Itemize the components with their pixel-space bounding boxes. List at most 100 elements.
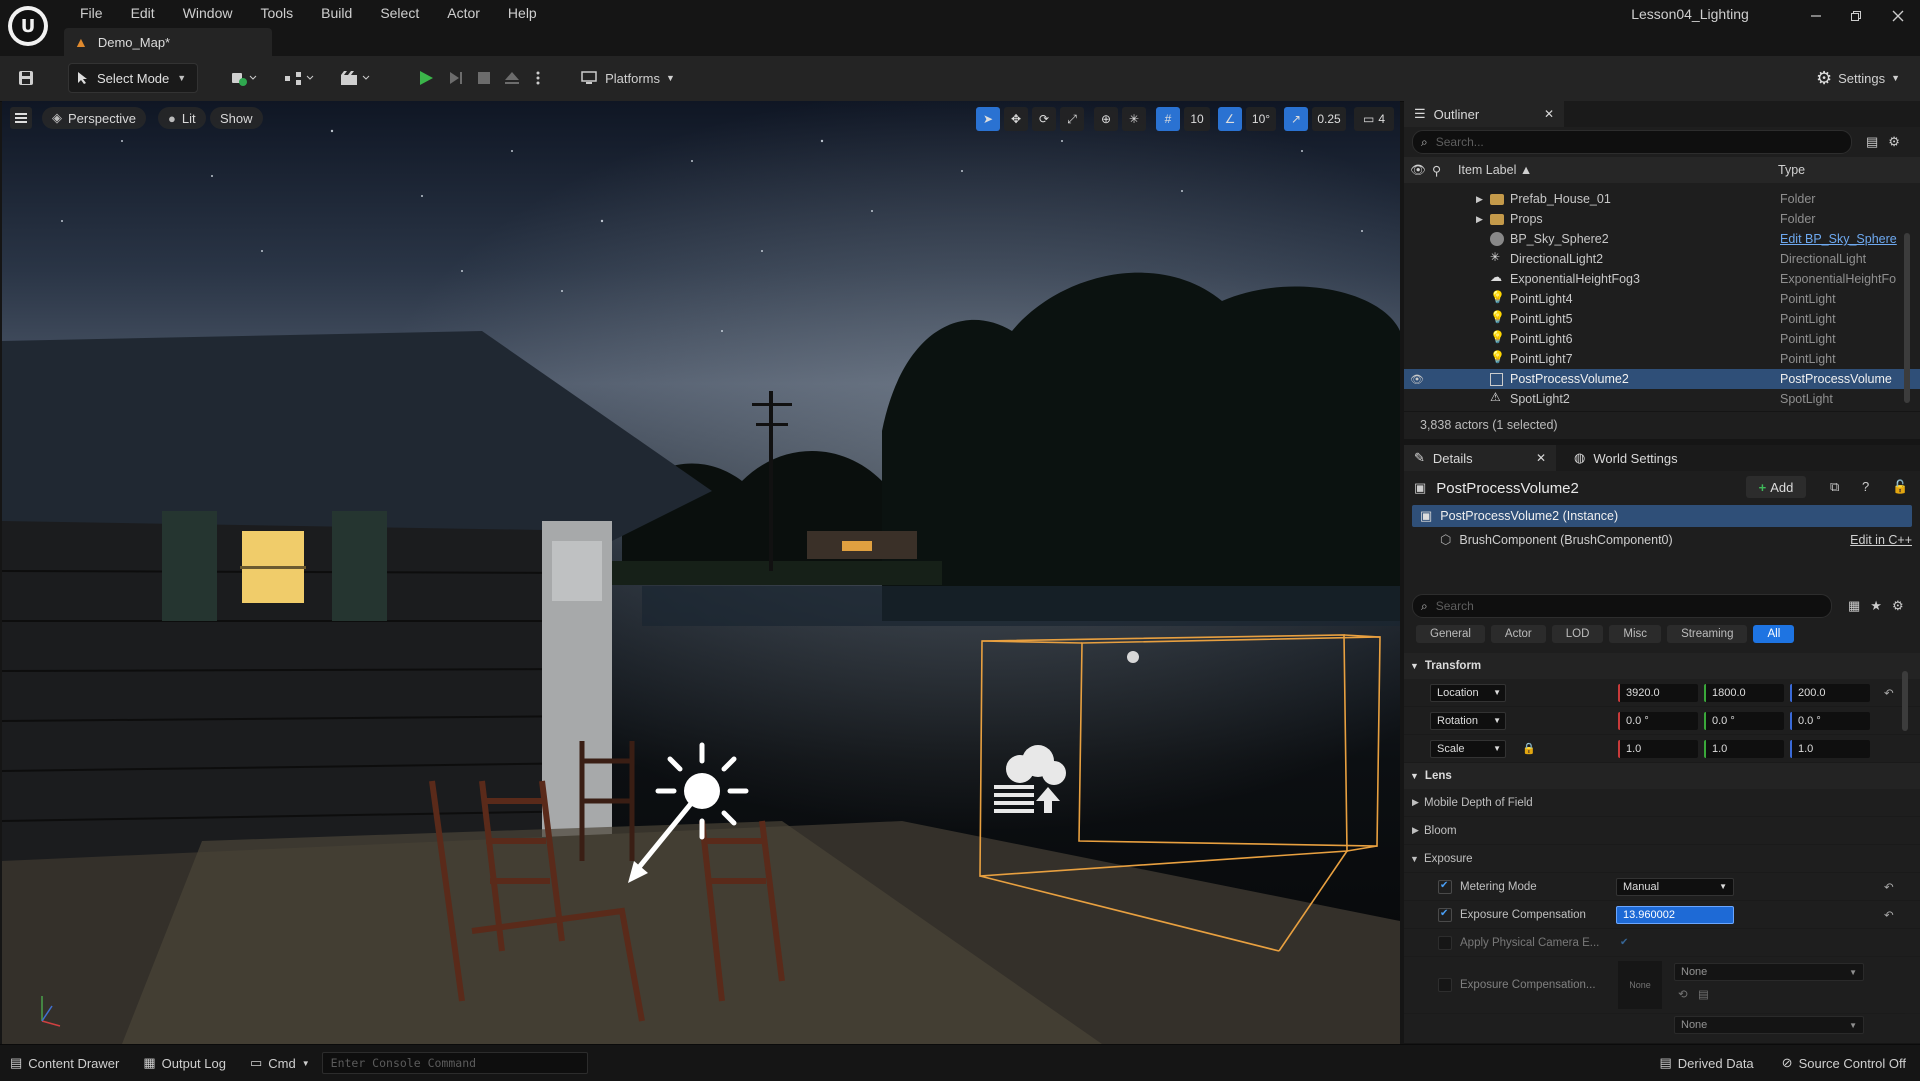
table-view-icon[interactable]: ▦ [1848,598,1860,614]
expand-arrow-icon[interactable]: ▶ [1476,214,1483,225]
scale-z-field[interactable]: 1.0 [1790,739,1870,758]
exposure-comp-field[interactable]: 13.960002 [1616,905,1734,924]
apply-physical-checkbox[interactable] [1438,935,1452,950]
bloom-row[interactable]: ▶ Bloom [1404,817,1920,845]
source-control-button[interactable]: ⊘ Source Control Off [1782,1055,1906,1071]
help-icon[interactable]: ? [1862,479,1869,494]
level-viewport[interactable]: ◈ Perspective ● Lit Show ➤ ✥ ⟳ ⤢ ⊕ ✳ # 1… [2,101,1400,1044]
metering-mode-dropdown[interactable]: Manual ▼ [1616,877,1734,896]
unreal-logo-icon[interactable]: U [8,6,48,46]
play-button[interactable] [414,63,438,93]
next-asset-dropdown[interactable]: None ▼ [1674,1016,1864,1034]
details-tab[interactable]: ✎ Details ✕ [1404,445,1556,471]
filter-general[interactable]: General [1416,625,1485,643]
use-selected-icon[interactable]: ⟲ [1678,987,1688,1001]
reset-arrow-icon[interactable]: ↶ [1884,908,1894,922]
outliner-row-post-process-volume[interactable]: 👁 PostProcessVolume2 PostProcessVolume [1404,369,1920,389]
advance-frame-button[interactable] [444,63,468,93]
outliner-tab[interactable]: ☰ Outliner ✕ [1404,101,1564,127]
transform-section-header[interactable]: ▼ Transform [1404,653,1920,679]
location-y-field[interactable]: 1800.0 [1704,683,1784,702]
menu-tools[interactable]: Tools [246,2,307,24]
scale-dropdown[interactable]: Scale ▼ [1430,739,1506,758]
camera-speed-button[interactable]: ▭ 4 [1354,107,1394,131]
minimize-button[interactable] [1798,4,1834,28]
expand-arrow-icon[interactable]: ▶ [1476,194,1483,205]
item-label-column-header[interactable]: Item Label ▲ [1458,163,1532,177]
add-content-icon[interactable] [226,63,262,93]
curve-asset-dropdown[interactable]: None ▼ [1674,963,1864,981]
edit-cpp-link[interactable]: Edit in C++ [1850,533,1912,547]
lock-icon[interactable]: 🔓 [1892,479,1908,495]
menu-edit[interactable]: Edit [117,2,169,24]
filter-misc[interactable]: Misc [1609,625,1662,643]
browse-folder-icon[interactable]: ▤ [1698,987,1709,1001]
details-search-input[interactable]: ⌕ Search [1412,594,1832,618]
rotation-snap-icon[interactable]: ∠ [1218,107,1242,131]
metering-mode-checkbox[interactable]: ✔ [1438,879,1452,894]
location-x-field[interactable]: 3920.0 [1618,683,1698,702]
surface-snap-icon[interactable]: ✳ [1122,107,1146,131]
outliner-scrollbar[interactable] [1904,233,1910,403]
menu-select[interactable]: Select [366,2,433,24]
scale-snap-value[interactable]: 0.25 [1312,107,1346,131]
exposure-curve-checkbox[interactable] [1438,978,1452,992]
visibility-eye-icon[interactable]: 👁 [1410,163,1426,178]
component-brush-row[interactable]: ⬡ BrushComponent (BrushComponent0) Edit … [1412,527,1912,553]
scale-snap-icon[interactable]: ↗ [1284,107,1308,131]
stop-button[interactable] [472,63,496,93]
location-dropdown[interactable]: Location ▼ [1430,683,1506,702]
filter-all[interactable]: All [1753,625,1795,643]
menu-help[interactable]: Help [494,2,551,24]
outliner-search-input[interactable]: ⌕ Search... [1412,130,1852,154]
view-mode-button[interactable]: ● Lit [158,107,206,129]
outliner-row-pointlight4[interactable]: 💡 PointLight4 PointLight [1404,289,1920,309]
pin-icon[interactable]: ⚲ [1432,163,1441,178]
outliner-row-spotlight2[interactable]: ⚠ SpotLight2 SpotLight [1404,389,1920,409]
outliner-row-prefab-house[interactable]: ▶ Prefab_House_01 Folder [1404,189,1920,209]
reset-arrow-icon[interactable]: ↶ [1884,686,1894,700]
curve-thumbnail[interactable]: None [1618,961,1662,1009]
derived-data-button[interactable]: ▤ Derived Data [1660,1055,1754,1071]
show-button[interactable]: Show [210,107,263,129]
gear-icon[interactable]: ⚙ [1888,134,1900,150]
rotation-dropdown[interactable]: Rotation ▼ [1430,711,1506,730]
cinematics-icon[interactable] [336,63,376,93]
console-command-input[interactable]: Enter Console Command [321,1052,588,1074]
edit-blueprint-link[interactable]: Edit BP_Sky_Sphere [1780,232,1897,246]
menu-actor[interactable]: Actor [433,2,494,24]
blueprints-icon[interactable] [280,63,320,93]
favorites-star-icon[interactable]: ★ [1870,598,1882,614]
outliner-row-height-fog[interactable]: ☁ ExponentialHeightFog3 ExponentialHeigh… [1404,269,1920,289]
outliner-row-pointlight6[interactable]: 💡 PointLight6 PointLight [1404,329,1920,349]
filter-streaming[interactable]: Streaming [1667,625,1748,643]
outliner-row-pointlight5[interactable]: 💡 PointLight5 PointLight [1404,309,1920,329]
rotation-y-field[interactable]: 0.0 ° [1704,711,1784,730]
close-window-button[interactable] [1880,4,1916,28]
platforms-dropdown[interactable]: Platforms ▼ [576,63,680,93]
type-column-header[interactable]: Type [1778,163,1805,177]
translate-tool-icon[interactable]: ✥ [1004,107,1028,131]
eject-button[interactable] [500,63,524,93]
rotation-snap-value[interactable]: 10° [1246,107,1276,131]
select-mode-dropdown[interactable]: Select Mode ▼ [68,63,198,93]
filter-actor[interactable]: Actor [1490,625,1546,643]
close-icon[interactable]: ✕ [1544,107,1554,121]
outliner-row-sky-sphere[interactable]: BP_Sky_Sphere2 Edit BP_Sky_Sphere [1404,229,1920,249]
add-component-button[interactable]: + Add [1746,476,1806,498]
scale-tool-icon[interactable]: ⤢ [1060,107,1084,131]
exposure-row[interactable]: ▼ Exposure [1404,845,1920,873]
output-log-button[interactable]: ▦ Output Log [143,1055,226,1071]
details-scrollbar[interactable] [1902,671,1908,731]
save-icon[interactable] [12,63,40,93]
lock-icon[interactable]: 🔒 [1522,742,1536,755]
cmd-dropdown[interactable]: ▭ Cmd ▼ [250,1055,310,1071]
outliner-row-pointlight7[interactable]: 💡 PointLight7 PointLight [1404,349,1920,369]
more-options-icon[interactable] [530,63,546,93]
scale-x-field[interactable]: 1.0 [1618,739,1698,758]
rotate-tool-icon[interactable]: ⟳ [1032,107,1056,131]
mobile-dof-row[interactable]: ▶ Mobile Depth of Field [1404,789,1920,817]
outliner-row-directional-light[interactable]: ✳ DirectionalLight2 DirectionalLight [1404,249,1920,269]
visibility-eye-icon[interactable]: 👁 [1410,373,1424,386]
world-settings-tab[interactable]: ◍ World Settings [1564,445,1688,471]
